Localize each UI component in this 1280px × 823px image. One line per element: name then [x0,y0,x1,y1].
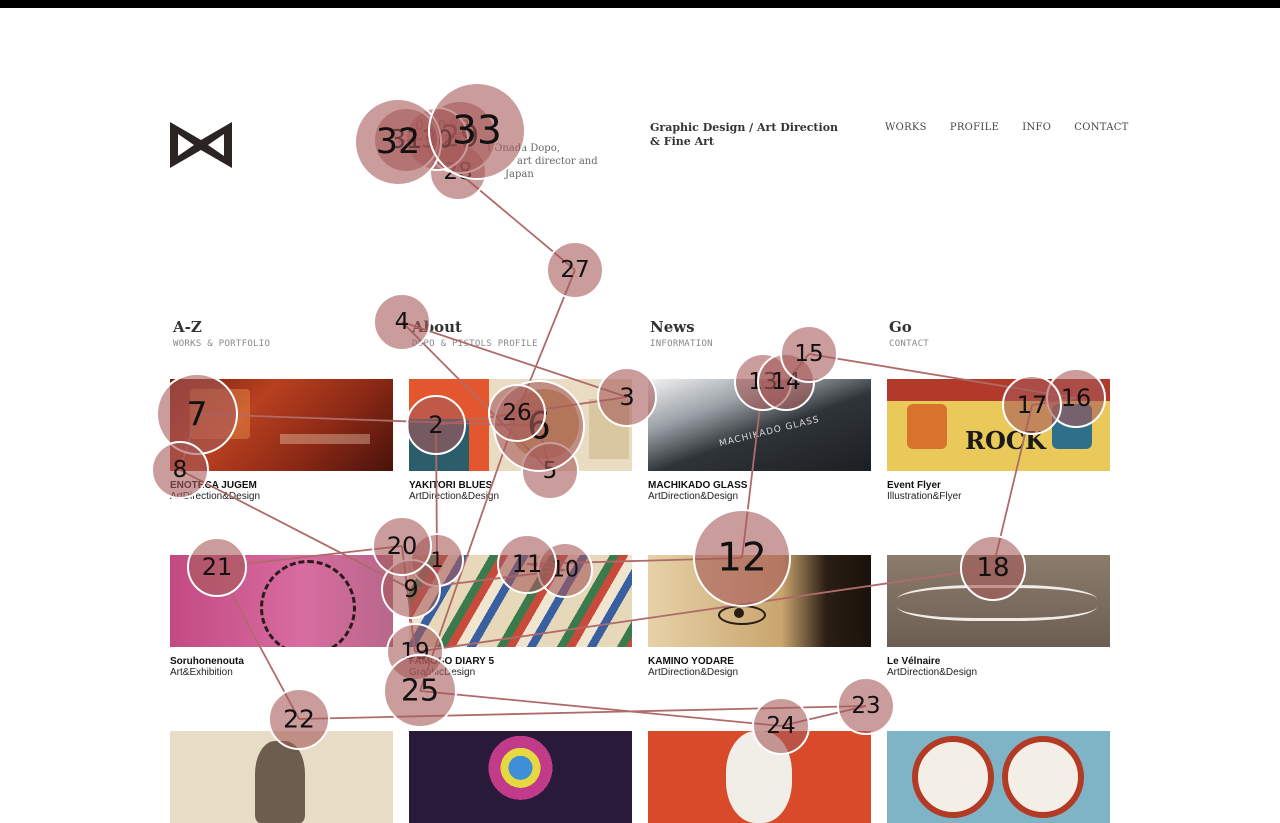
fixation-label: 23 [851,693,880,719]
section-subtitle: INFORMATION [650,339,713,349]
work-title: MACHIKADO GLASS [648,480,748,491]
work-thumbnail [409,731,632,823]
work-category: GraphicDesign [409,667,476,678]
work-thumbnail: MACHIKADO GLASS [648,379,871,471]
sign-text: MACHIKADO GLASS [718,414,821,450]
scanpath-segment [780,705,867,727]
brand-block: OPOPO I Onada Dopo, art director and Jap… [415,118,625,181]
work-tile[interactable] [409,731,632,823]
tagline-line: & Fine Art [650,135,714,148]
scanpath-segment [397,139,407,143]
work-title: Event Flyer [887,480,941,491]
main-nav: WORKS PROFILE INFO CONTACT [885,122,1129,133]
section-a-z[interactable]: A-Z WORKS & PORTFOLIO [173,318,403,349]
fixation-marker: 23 [837,677,895,735]
work-tile[interactable]: FAMOSO DIARY 5 GraphicDesign [409,555,632,678]
nav-profile[interactable]: PROFILE [950,122,999,133]
brand-name: OPOPO [415,118,473,134]
work-thumbnail [170,731,393,823]
section-go[interactable]: Go CONTACT [889,318,1119,349]
top-bar [0,0,1280,8]
work-title: ENOTECA JUGEM [170,480,257,491]
nav-works[interactable]: WORKS [885,122,927,133]
nav-info[interactable]: INFO [1022,122,1051,133]
brand-desc-line: I Onada Dopo, [487,143,560,154]
tagline: Graphic Design / Art Direction & Fine Ar… [650,121,838,149]
work-tile[interactable] [887,731,1110,823]
nav-contact[interactable]: CONTACT [1074,122,1128,133]
work-category: ArtDirection&Design [648,491,739,502]
scanpath-segment [457,171,576,271]
work-tile[interactable]: ROCK Event Flyer Illustration&Flyer [887,379,1110,502]
fixation-label: 22 [283,705,315,734]
section-subtitle: DOPO & PISTOLS PROFILE [412,339,538,349]
work-thumbnail [887,731,1110,823]
work-thumbnail [170,555,393,647]
work-title: FAMOSO DIARY 5 [409,656,495,667]
section-subtitle: WORKS & PORTFOLIO [173,339,271,349]
work-category: ArtDirection&Design [887,667,978,678]
work-tile[interactable] [170,731,393,823]
work-thumbnail [409,555,632,647]
work-tile[interactable] [648,731,871,823]
work-tile[interactable]: ENOTECA JUGEM ArtDirection&Design [170,379,393,502]
work-category: ArtDirection&Design [170,491,261,502]
fixation-marker: 27 [546,241,604,299]
section-title: News [650,318,695,336]
work-tile[interactable]: MACHIKADO GLASS MACHIKADO GLASS ArtDirec… [648,379,871,502]
logo-icon[interactable] [170,122,232,168]
work-title: YAKITORI BLUES [409,480,493,491]
brand-description: I Onada Dopo, art director and Japan [415,142,625,181]
work-thumbnail [170,379,393,471]
work-thumbnail: ROCK [887,379,1110,471]
scanpath-segment [785,353,810,383]
section-news[interactable]: News INFORMATION [650,318,880,349]
work-category: ArtDirection&Design [648,667,739,678]
flyer-text: ROCK [965,426,1046,455]
scanpath-segment [419,690,782,727]
tagline-line: Graphic Design / Art Direction [650,121,839,134]
fixation-label: 27 [560,257,589,283]
work-thumbnail [648,555,871,647]
fixation-label: 32 [376,122,421,162]
section-subtitle: CONTACT [889,339,930,349]
work-title: Soruhonenouta [170,656,244,667]
section-title: About [412,318,462,336]
work-tile[interactable]: Soruhonenouta Art&Exhibition [170,555,393,678]
section-title: A-Z [173,318,202,336]
work-category: ArtDirection&Design [409,491,500,502]
brand-desc-line: art director and [517,156,598,167]
work-thumbnail [648,731,871,823]
work-category: Art&Exhibition [170,667,233,678]
work-tile[interactable]: Le Vélnaire ArtDirection&Design [887,555,1110,678]
work-title: Le Vélnaire [887,656,941,667]
fixation-label: 25 [401,674,439,709]
work-category: Illustration&Flyer [887,491,962,502]
section-title: Go [889,318,912,336]
work-title: KAMINO YODARE [648,656,734,667]
fixation-circle [546,241,604,299]
brand-desc-line: Japan [505,169,534,180]
work-tile[interactable]: KAMINO YODARE ArtDirection&Design [648,555,871,678]
work-thumbnail [409,379,632,471]
work-thumbnail [887,555,1110,647]
work-tile[interactable]: YAKITORI BLUES ArtDirection&Design [409,379,632,502]
fixation-circle [837,677,895,735]
scanpath-segment [298,705,867,720]
section-about[interactable]: About DOPO & PISTOLS PROFILE [412,318,642,349]
